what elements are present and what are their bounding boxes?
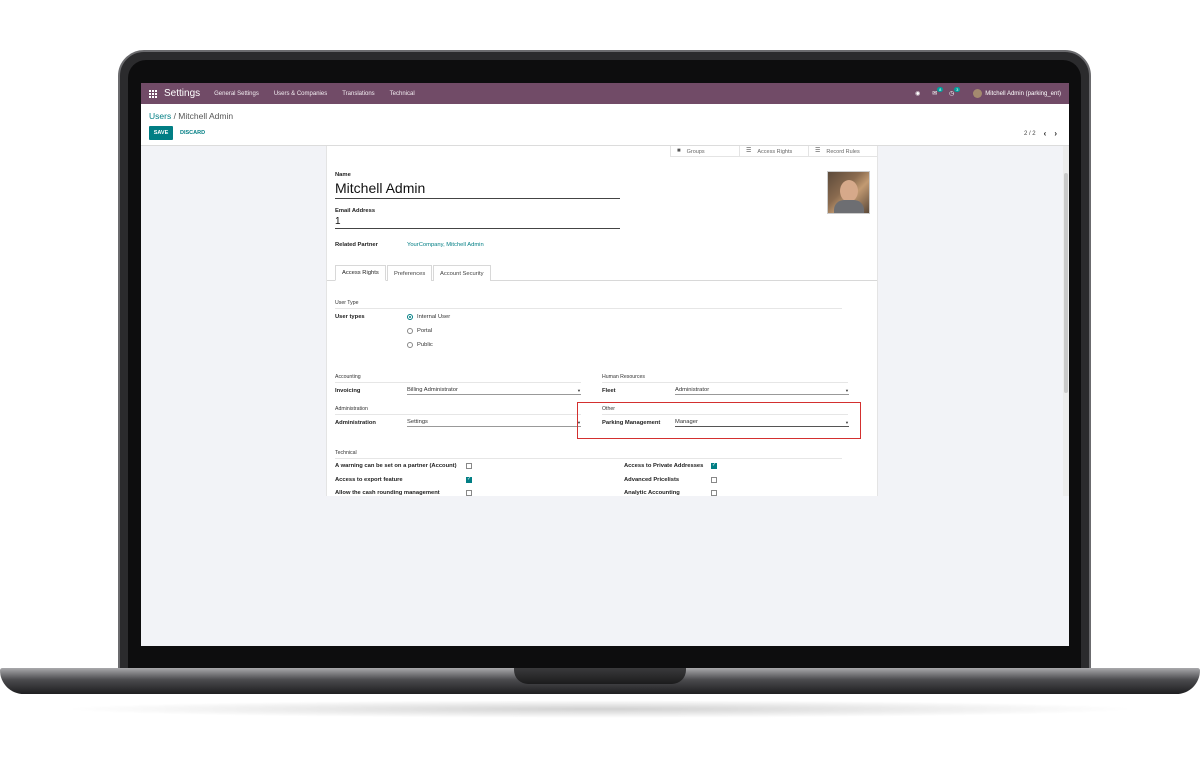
menu-technical[interactable]: Technical — [390, 91, 415, 97]
radio-portal[interactable]: Portal — [407, 328, 432, 334]
tech-right-row-1: Access to Private Addresses — [624, 463, 704, 469]
human-resources-section: Human Resources — [602, 374, 848, 383]
user-types-label: User types — [335, 314, 365, 320]
name-label: Name — [335, 172, 351, 178]
tech-left-row-2: Access to export feature — [335, 477, 403, 483]
access-rights-label: Access Rights — [757, 149, 793, 155]
related-partner-label: Related Partner — [335, 242, 378, 248]
other-section: Other — [602, 406, 848, 415]
administration-select[interactable]: Settings ▼ — [407, 418, 581, 427]
groups-smart-button[interactable]: ■ Groups — [670, 146, 739, 156]
access-rights-smart-button[interactable]: ☰ Access Rights — [739, 146, 808, 156]
pager: 2 / 2 ‹ › — [1024, 129, 1057, 138]
pager-next-icon[interactable]: › — [1054, 129, 1057, 138]
pager-previous-icon[interactable]: ‹ — [1044, 129, 1047, 138]
smart-buttons: ■ Groups ☰ Access Rights ☰ Record Rules — [670, 146, 877, 157]
top-navbar: Settings General Settings Users & Compan… — [141, 83, 1069, 104]
user-menu[interactable]: Mitchell Admin (parking_ent) — [973, 89, 1061, 98]
radio-icon[interactable] — [407, 328, 413, 334]
menu-translations[interactable]: Translations — [342, 91, 374, 97]
checkbox[interactable] — [711, 490, 717, 496]
breadcrumb-users-link[interactable]: Users — [149, 111, 171, 121]
menu-general-settings[interactable]: General Settings — [214, 91, 259, 97]
record-rules-label: Record Rules — [826, 149, 860, 155]
radio-public[interactable]: Public — [407, 342, 433, 348]
control-panel: Users / Mitchell Admin SAVE DISCARD 2 / … — [141, 104, 1069, 146]
checkbox[interactable] — [711, 477, 717, 483]
checkbox[interactable] — [466, 463, 472, 469]
chat-icon[interactable]: ✉ 8 — [931, 87, 944, 97]
related-partner-link[interactable]: YourCompany, Mitchell Admin — [407, 242, 484, 248]
tech-right-row-3: Analytic Accounting — [624, 490, 680, 496]
dropdown-caret-icon: ▼ — [845, 419, 849, 425]
radio-internal-user[interactable]: Internal User — [407, 314, 450, 320]
breadcrumb-current: Mitchell Admin — [178, 111, 234, 121]
radio-checked-icon[interactable] — [407, 314, 413, 320]
activity-clock-icon[interactable]: ◷ 3 — [948, 87, 961, 97]
radio-icon[interactable] — [407, 342, 413, 348]
chat-badge: 8 — [937, 87, 944, 92]
list-icon: ☰ — [746, 148, 752, 154]
checkbox-checked[interactable] — [466, 476, 472, 483]
tech-left-row-1: A warning can be set on a partner (Accou… — [335, 463, 457, 469]
tab-access-rights[interactable]: Access Rights — [335, 265, 386, 281]
discard-button[interactable]: DISCARD — [180, 126, 205, 140]
tech-right-row-2: Advanced Pricelists — [624, 477, 680, 483]
name-field[interactable]: Mitchell Admin — [335, 180, 620, 199]
app-title[interactable]: Settings — [164, 88, 200, 99]
tab-account-security[interactable]: Account Security — [433, 265, 491, 281]
parking-management-select[interactable]: Manager ▼ — [675, 418, 849, 427]
technical-section: Technical — [335, 450, 842, 459]
scrollbar[interactable] — [1063, 146, 1069, 496]
bug-icon[interactable]: ◉ — [914, 90, 921, 97]
list-icon: ☰ — [815, 148, 821, 154]
user-type-section: User Type — [335, 300, 842, 309]
tab-preferences[interactable]: Preferences — [387, 265, 433, 281]
email-label: Email Address — [335, 208, 376, 214]
scrollbar-thumb[interactable] — [1064, 173, 1068, 393]
pager-value: 2 / 2 — [1023, 130, 1036, 137]
user-avatar — [973, 89, 983, 98]
checkbox[interactable] — [466, 490, 472, 496]
tech-left-row-3: Allow the cash rounding management — [335, 490, 440, 496]
record-rules-smart-button[interactable]: ☰ Record Rules — [808, 146, 877, 156]
accounting-section: Accounting — [335, 374, 581, 383]
apps-grid-icon[interactable] — [149, 89, 157, 98]
laptop-notch — [514, 668, 686, 684]
save-button[interactable]: SAVE — [149, 126, 173, 140]
menu-users-companies[interactable]: Users & Companies — [274, 91, 327, 97]
user-photo[interactable] — [827, 171, 870, 214]
dropdown-caret-icon: ▼ — [845, 387, 849, 393]
fleet-select[interactable]: Administrator ▼ — [675, 386, 849, 395]
email-field[interactable]: 1 — [335, 216, 620, 229]
activity-badge: 3 — [954, 87, 961, 92]
breadcrumb: Users / Mitchell Admin — [149, 111, 233, 121]
groups-label: Groups — [686, 149, 705, 155]
invoicing-label: Invoicing — [335, 388, 361, 394]
fleet-label: Fleet — [602, 388, 616, 394]
administration-section: Administration — [335, 406, 581, 415]
laptop-shadow — [60, 700, 1140, 718]
user-name: Mitchell Admin (parking_ent) — [985, 90, 1061, 97]
form-sheet: ■ Groups ☰ Access Rights ☰ Record Rules Nam… — [326, 146, 878, 496]
dropdown-caret-icon: ▼ — [577, 387, 581, 393]
screen: Settings General Settings Users & Compan… — [141, 83, 1069, 646]
users-icon: ■ — [677, 148, 681, 154]
checkbox-checked[interactable] — [711, 462, 717, 469]
parking-management-label: Parking Management — [602, 420, 661, 426]
invoicing-select[interactable]: Billing Administrator ▼ — [407, 386, 581, 395]
notebook-tabs: Access Rights Preferences Account Securi… — [327, 264, 877, 281]
administration-label: Administration — [335, 420, 376, 426]
